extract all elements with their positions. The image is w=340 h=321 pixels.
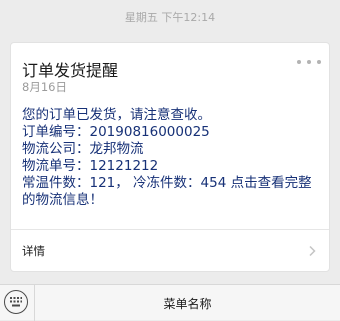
tracking-number-value: 12121212 bbox=[89, 158, 159, 174]
bottom-menu-bar: 菜单名称 bbox=[0, 284, 340, 321]
logistics-company-label: 物流公司： bbox=[22, 141, 90, 157]
card-body: 您的订单已发货，请注意查收。 订单编号：20190816000025 物流公司：… bbox=[22, 107, 322, 209]
menu-item[interactable]: 菜单名称 bbox=[35, 285, 340, 321]
message-timestamp: 星期五 下午12:14 bbox=[124, 11, 216, 24]
summary-line-1: 常温件数：121， 冷冻件数：454 点击查看完整 bbox=[22, 175, 312, 191]
template-message-card[interactable]: 订单发货提醒 8月16日 您的订单已发货，请注意查收。 订单编号：2019081… bbox=[10, 42, 330, 272]
order-number-label: 订单编号： bbox=[22, 124, 90, 140]
tracking-number-row: 物流单号：12121212 bbox=[22, 158, 322, 175]
keyboard-icon[interactable] bbox=[4, 290, 28, 314]
order-number-value: 20190816000025 bbox=[89, 124, 210, 140]
intro-line: 您的订单已发货，请注意查收。 bbox=[22, 107, 211, 123]
card-title: 订单发货提醒 bbox=[22, 61, 119, 80]
more-icon[interactable] bbox=[297, 55, 321, 69]
chevron-right-icon bbox=[309, 245, 316, 257]
order-number-row: 订单编号：20190816000025 bbox=[22, 124, 322, 141]
detail-label: 详情 bbox=[22, 244, 45, 258]
tracking-number-label: 物流单号： bbox=[22, 158, 90, 174]
logistics-company-row: 物流公司：龙邦物流 bbox=[22, 141, 322, 158]
summary-line-2: 的物流信息！ bbox=[22, 192, 103, 208]
logistics-company-value: 龙邦物流 bbox=[89, 141, 144, 157]
card-date: 8月16日 bbox=[22, 80, 67, 94]
detail-link[interactable]: 详情 bbox=[11, 230, 329, 272]
